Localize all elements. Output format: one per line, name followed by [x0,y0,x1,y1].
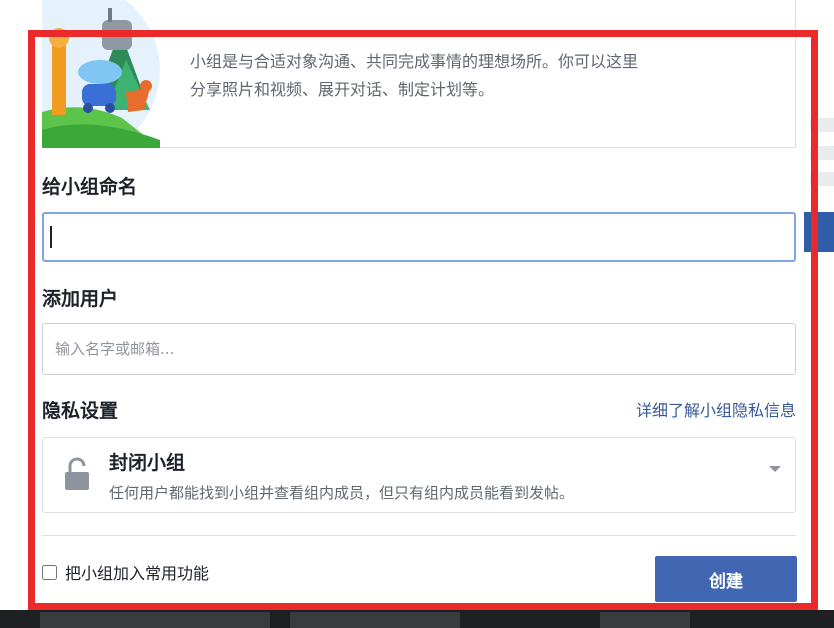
favorite-checkbox[interactable] [42,564,57,580]
group-name-title: 给小组命名 [42,176,138,198]
privacy-option-title: 封闭小组 [109,452,186,474]
background-photo [600,612,690,628]
privacy-learn-more-link[interactable]: 详细了解小组隐私信息 [636,397,796,421]
add-users-title: 添加用户 [42,288,119,310]
privacy-select[interactable]: 封闭小组 任何用户都能找到小组并查看组内成员，但只有组内成员能看到发帖。 [42,437,796,513]
favorite-label: 把小组加入常用功能 [65,564,210,583]
privacy-option-description: 任何用户都能找到小组并查看组内成员，但只有组内成员能看到发帖。 [109,484,575,502]
text-caret [50,226,52,248]
screenshot-stage: 小组是与合适对象沟通、共同完成事情的理想场所。你可以这里 分享照片和视频、展开对… [0,0,834,628]
lock-icon [61,456,93,492]
favorite-option[interactable]: 把小组加入常用功能 [42,560,209,584]
create-button[interactable]: 创建 [655,556,797,602]
group-name-input[interactable] [42,212,796,262]
privacy-title: 隐私设置 [42,400,119,422]
background-photo [40,612,270,628]
background-photo [290,612,460,628]
add-users-input[interactable] [42,323,796,375]
background-photo-strip [0,610,834,628]
highlight-frame [28,30,818,610]
chevron-down-icon [769,466,781,472]
footer-divider [42,535,796,536]
